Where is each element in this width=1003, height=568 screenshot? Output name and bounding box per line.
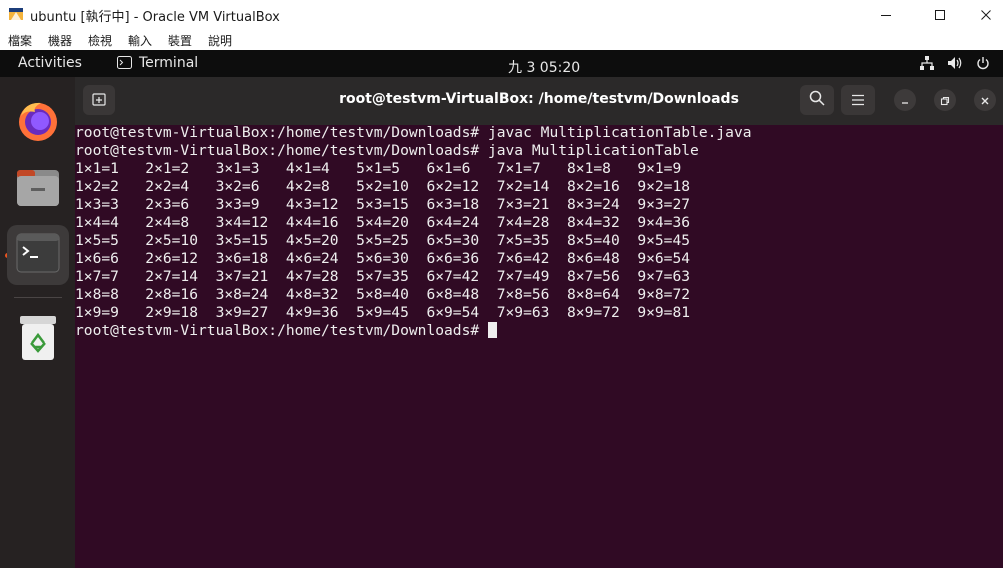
minimize-icon xyxy=(880,9,892,21)
terminal-minimize-button[interactable] xyxy=(894,89,916,111)
files-icon xyxy=(15,166,61,212)
restore-icon xyxy=(940,91,950,110)
menu-machine[interactable]: 機器 xyxy=(48,32,72,49)
terminal-window[interactable]: root@testvm-VirtualBox: /home/testvm/Dow… xyxy=(75,77,1003,568)
power-icon[interactable] xyxy=(976,56,990,74)
host-maximize-button[interactable] xyxy=(917,0,963,30)
menu-file[interactable]: 檔案 xyxy=(8,32,32,49)
terminal-line: 1×6=6 2×6=12 3×6=18 4×6=24 5×6=30 6×6=36… xyxy=(75,250,691,267)
menu-help[interactable]: 說明 xyxy=(208,32,232,49)
host-window-title: ubuntu [執行中] - Oracle VM VirtualBox xyxy=(30,10,280,25)
terminal-line: 1×2=2 2×2=4 3×2=6 4×2=8 5×2=10 6×2=12 7×… xyxy=(75,178,691,195)
dock-item-terminal[interactable] xyxy=(7,225,69,285)
search-button[interactable] xyxy=(800,85,834,115)
menu-view[interactable]: 檢視 xyxy=(88,32,112,49)
terminal-icon xyxy=(117,56,132,69)
close-icon xyxy=(980,91,990,110)
terminal-line: root@testvm-VirtualBox:/home/testvm/Down… xyxy=(75,142,699,159)
terminal-line: 1×3=3 2×3=6 3×3=9 4×3=12 5×3=15 6×3=18 7… xyxy=(75,196,691,213)
terminal-line: 1×9=9 2×9=18 3×9=27 4×9=36 5×9=45 6×9=54… xyxy=(75,304,691,321)
terminal-icon xyxy=(16,233,60,277)
gnome-topbar: Activities Terminal 九 3 05:20 xyxy=(0,50,1003,77)
menu-devices[interactable]: 裝置 xyxy=(168,32,192,49)
terminal-line: 1×5=5 2×5=10 3×5=15 4×5=20 5×5=25 6×5=30… xyxy=(75,232,691,249)
dock-separator xyxy=(14,297,62,298)
menu-icon xyxy=(851,91,865,110)
trash-icon xyxy=(18,315,58,365)
guest-screen: Activities Terminal 九 3 05:20 root@testv… xyxy=(0,50,1003,568)
terminal-restore-button[interactable] xyxy=(934,89,956,111)
minimize-icon xyxy=(900,91,910,110)
clock[interactable]: 九 3 05:20 xyxy=(508,57,580,77)
close-icon xyxy=(980,9,992,21)
terminal-line: 1×8=8 2×8=16 3×8=24 4×8=32 5×8=40 6×8=48… xyxy=(75,286,691,303)
terminal-headerbar: root@testvm-VirtualBox: /home/testvm/Dow… xyxy=(75,77,1003,125)
terminal-prompt: root@testvm-VirtualBox:/home/testvm/Down… xyxy=(75,322,488,339)
host-minimize-button[interactable] xyxy=(863,0,909,30)
network-icon[interactable] xyxy=(919,56,935,74)
terminal-line: 1×4=4 2×4=8 3×4=12 4×4=16 5×4=20 6×4=24 … xyxy=(75,214,691,231)
terminal-prompt-line: root@testvm-VirtualBox:/home/testvm/Down… xyxy=(75,322,1003,340)
host-titlebar: ubuntu [執行中] - Oracle VM VirtualBox xyxy=(0,0,1003,30)
dock-item-files[interactable] xyxy=(7,159,69,219)
hamburger-menu-button[interactable] xyxy=(841,85,875,115)
host-close-button[interactable] xyxy=(963,0,1003,30)
terminal-close-button[interactable] xyxy=(974,89,996,111)
search-icon xyxy=(809,90,825,110)
host-menubar: 檔案 機器 檢視 輸入 裝置 說明 xyxy=(0,30,1003,50)
firefox-icon xyxy=(15,98,61,148)
dock-item-firefox[interactable] xyxy=(7,93,69,153)
app-menu-button[interactable]: Terminal xyxy=(139,55,198,71)
terminal-line: 1×7=7 2×7=14 3×7=21 4×7=28 5×7=35 6×7=42… xyxy=(75,268,691,285)
menu-input[interactable]: 輸入 xyxy=(128,32,152,49)
dock-item-trash[interactable] xyxy=(7,310,69,370)
terminal-cursor xyxy=(487,322,497,338)
activities-button[interactable]: Activities xyxy=(18,55,82,71)
virtualbox-icon xyxy=(8,6,24,22)
maximize-icon xyxy=(934,9,946,21)
terminal-output[interactable]: root@testvm-VirtualBox:/home/testvm/Down… xyxy=(75,124,1003,568)
terminal-line: root@testvm-VirtualBox:/home/testvm/Down… xyxy=(75,124,752,141)
dock xyxy=(0,77,75,568)
volume-icon[interactable] xyxy=(947,56,963,74)
terminal-line: 1×1=1 2×1=2 3×1=3 4×1=4 5×1=5 6×1=6 7×1=… xyxy=(75,160,682,177)
